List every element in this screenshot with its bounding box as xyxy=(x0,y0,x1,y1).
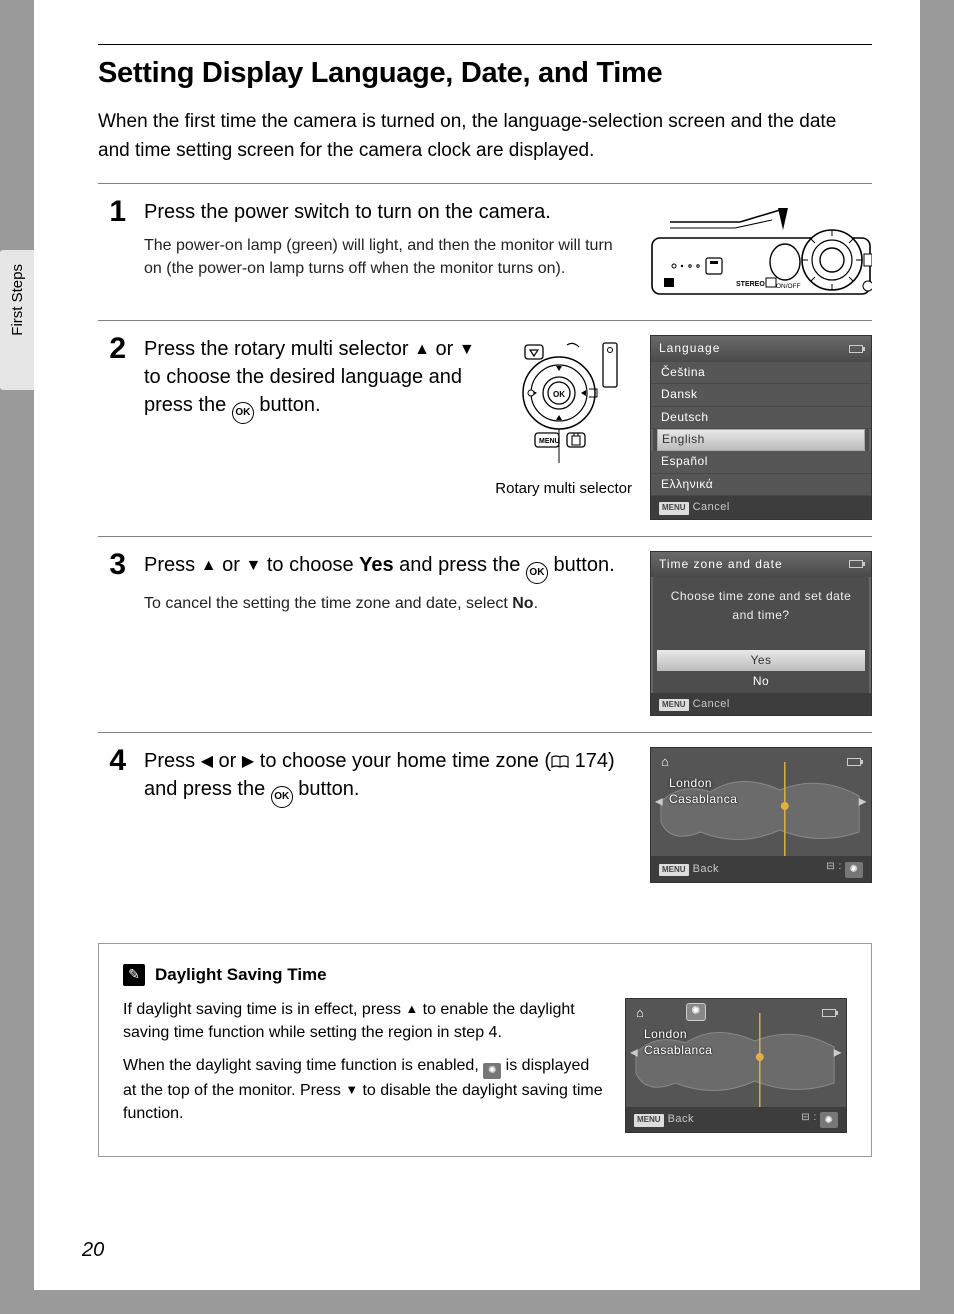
dst-icon: ✺ xyxy=(820,1112,838,1128)
step-number: 2 xyxy=(98,335,126,364)
lcd-prompt-text: Choose time zone and set date and time? xyxy=(651,577,871,649)
step-2: 2 Press the rotary multi selector ▲ or ▼… xyxy=(98,335,872,520)
step-number: 4 xyxy=(98,747,126,776)
selector-illustration: OK MENU xyxy=(495,335,632,499)
lang-option: Español xyxy=(651,451,871,474)
footer-back: Back xyxy=(693,863,719,875)
camera-top-illustration: STEREO ON/OFF xyxy=(650,198,872,304)
lang-option: Ελληνικά xyxy=(651,474,871,497)
up-triangle-icon: ▲ xyxy=(201,555,217,577)
lcd-language-screen: Language Čeština Dansk Deutsch English E… xyxy=(650,335,872,520)
selector-label: Rotary multi selector xyxy=(495,479,632,499)
ok-button-icon: OK xyxy=(526,562,548,584)
dst-toggle-hint: ⊟ : ✺ xyxy=(826,860,863,878)
city-label-2: Casablanca xyxy=(669,792,737,808)
left-triangle-icon: ◀ xyxy=(201,751,213,773)
svg-text:ON/OFF: ON/OFF xyxy=(776,283,801,290)
menu-badge-icon: MENU xyxy=(659,699,689,711)
svg-text:STEREO: STEREO xyxy=(736,281,765,288)
footer-cancel: Cancel xyxy=(693,698,730,710)
svg-text:OK: OK xyxy=(553,390,565,399)
lcd-title-bar: Time zone and date xyxy=(651,552,871,578)
down-triangle-icon: ▼ xyxy=(345,1081,358,1100)
step1-heading: Press the power switch to turn on the ca… xyxy=(144,198,632,226)
lang-option: Čeština xyxy=(651,362,871,385)
lcd-footer: MENU Back ⊟ : ✺ xyxy=(626,1107,846,1133)
down-triangle-icon: ▼ xyxy=(459,339,475,361)
dst-icon: ✺ xyxy=(483,1063,501,1079)
battery-icon xyxy=(849,345,863,353)
callout-text: If daylight saving time is in effect, pr… xyxy=(123,998,605,1136)
city-label-2: Casablanca xyxy=(644,1043,712,1059)
dst-icon: ✺ xyxy=(845,862,863,878)
step4-heading: Press ◀ or ▶ to choose your home time zo… xyxy=(144,747,632,808)
step-3: 3 Press ▲ or ▼ to choose Yes and press t… xyxy=(98,551,872,717)
up-triangle-icon: ▲ xyxy=(414,339,430,361)
language-list: Čeština Dansk Deutsch English Español Ελ… xyxy=(651,362,871,497)
step1-subtext: The power-on lamp (green) will light, an… xyxy=(144,234,632,280)
callout-title: Daylight Saving Time xyxy=(155,965,327,985)
city-label-1: London xyxy=(669,776,712,792)
footer-cancel: Cancel xyxy=(693,501,730,513)
lcd-footer: MENU Cancel xyxy=(651,496,871,518)
intro-text: When the first time the camera is turned… xyxy=(98,108,872,165)
ok-button-icon: OK xyxy=(232,402,254,424)
step-4: 4 Press ◀ or ▶ to choose your home time … xyxy=(98,747,872,883)
right-arrow-icon: ▶ xyxy=(859,796,867,809)
side-tab: First Steps xyxy=(0,250,34,390)
page-number: 20 xyxy=(82,1239,104,1262)
up-triangle-icon: ▲ xyxy=(406,1000,419,1019)
ok-button-icon: OK xyxy=(271,786,293,808)
step3-heading: Press ▲ or ▼ to choose Yes and press the… xyxy=(144,551,632,584)
dst-toggle-hint: ⊟ : ✺ xyxy=(801,1111,838,1129)
choice-no: No xyxy=(651,671,871,693)
menu-badge-icon: MENU xyxy=(659,864,689,876)
step-number: 1 xyxy=(98,198,126,227)
book-reference-icon xyxy=(551,755,569,769)
lcd-map-dst-screen: ⌂ ✺ London Casablanca ◀ ▶ MENU Back ⊟ : ✺ xyxy=(625,998,847,1134)
footer-back: Back xyxy=(668,1113,694,1125)
lcd-title-bar: Language xyxy=(651,336,871,362)
lcd-title: Time zone and date xyxy=(659,557,783,573)
separator xyxy=(98,320,872,321)
separator xyxy=(98,536,872,537)
separator xyxy=(98,183,872,184)
step-number: 3 xyxy=(98,551,126,580)
lcd-timezone-prompt: Time zone and date Choose time zone and … xyxy=(650,551,872,717)
left-arrow-icon: ◀ xyxy=(655,796,663,809)
lcd-footer: MENU Back ⊟ : ✺ xyxy=(651,856,871,882)
lang-option: Deutsch xyxy=(651,407,871,430)
page-title: Setting Display Language, Date, and Time xyxy=(98,44,872,90)
city-label-1: London xyxy=(644,1027,687,1043)
map-body: ⌂ London Casablanca ◀ ▶ xyxy=(651,748,871,856)
battery-icon xyxy=(849,560,863,568)
left-arrow-icon: ◀ xyxy=(630,1046,638,1059)
separator xyxy=(98,732,872,733)
step3-subtext: To cancel the setting the time zone and … xyxy=(144,592,632,615)
side-tab-label: First Steps xyxy=(9,264,26,336)
lcd-footer: MENU Cancel xyxy=(651,693,871,715)
choice-yes: Yes xyxy=(657,650,865,672)
menu-badge-icon: MENU xyxy=(634,1114,664,1126)
right-triangle-icon: ▶ xyxy=(242,751,254,773)
lang-option: Dansk xyxy=(651,384,871,407)
daylight-saving-callout: ✎ Daylight Saving Time If daylight savin… xyxy=(98,943,872,1157)
lcd-title: Language xyxy=(659,341,720,357)
step2-heading: Press the rotary multi selector ▲ or ▼ t… xyxy=(144,335,477,424)
menu-badge-icon: MENU xyxy=(659,502,689,514)
lcd-map-screen: ⌂ London Casablanca ◀ ▶ MENU Back xyxy=(650,747,872,883)
note-icon: ✎ xyxy=(123,964,145,986)
step-1: 1 Press the power switch to turn on the … xyxy=(98,198,872,304)
svg-text:MENU: MENU xyxy=(539,438,560,445)
page: Setting Display Language, Date, and Time… xyxy=(34,0,920,1290)
lang-option-selected: English xyxy=(657,429,865,451)
right-arrow-icon: ▶ xyxy=(834,1046,842,1059)
down-triangle-icon: ▼ xyxy=(245,555,261,577)
map-body: ⌂ ✺ London Casablanca ◀ ▶ xyxy=(626,999,846,1107)
